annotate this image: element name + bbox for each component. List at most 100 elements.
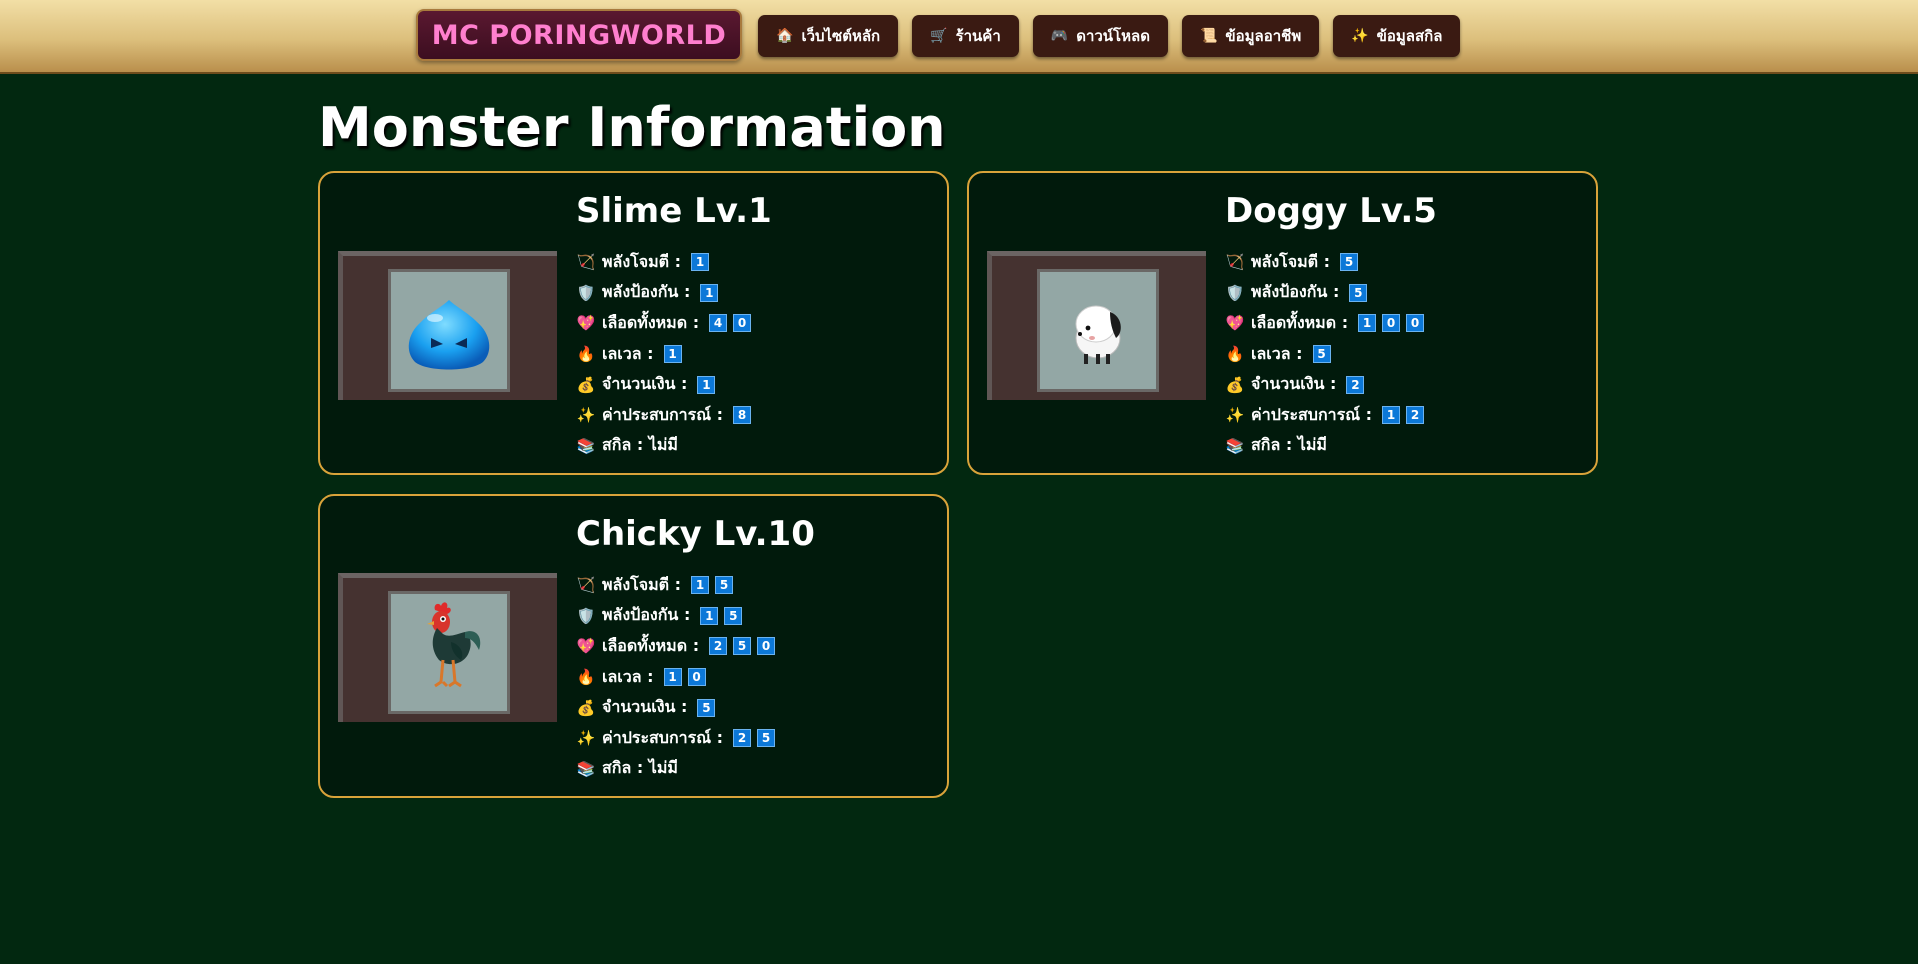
stat-label: พลังโจมตี : bbox=[1251, 251, 1331, 271]
stat-label: จำนวนเงิน : bbox=[1251, 374, 1337, 394]
monster-card: Doggy Lv.5 🏹 พลังโจมตี : 5 🛡️ พลังป้องกัน :… bbox=[967, 171, 1598, 475]
stat-label: ค่าประสบการณ์ : bbox=[602, 727, 724, 747]
stat-defense: 🛡️ พลังป้องกัน : 1 bbox=[576, 278, 751, 309]
stat-digit: 0 bbox=[687, 668, 706, 687]
monster-stats: 🏹 พลังโจมตี :5 🛡️ พลังป้องกัน :5 💖 เลือดทั้… bbox=[1225, 247, 1425, 462]
stat-hp: 💖 เลือดทั้งหมด :100 bbox=[1225, 308, 1425, 339]
nav-home-button[interactable]: 🏠 เว็บไซต์หลัก bbox=[758, 15, 899, 57]
stat-value: 5 bbox=[1312, 345, 1331, 364]
page-title: Monster Information bbox=[318, 96, 946, 159]
money-bag-icon: 💰 bbox=[1225, 375, 1245, 394]
stat-value: 250 bbox=[709, 637, 776, 656]
monster-image bbox=[388, 269, 510, 392]
stat-defense: 🛡️ พลังป้องกัน : 15 bbox=[576, 601, 775, 632]
stat-label: เลเวล : bbox=[1251, 343, 1303, 363]
monster-card: Chicky Lv.10 🏹 พลังโจมตี :15 🛡️ พลังป้องกั… bbox=[318, 494, 949, 798]
stat-level: 🔥 เลเวล : 10 bbox=[576, 662, 775, 693]
bow-icon: 🏹 bbox=[576, 576, 596, 595]
stat-digit: 5 bbox=[715, 576, 734, 595]
nav-skill-info-button[interactable]: ✨ ข้อมูลสกิล bbox=[1333, 15, 1461, 57]
monster-portrait-frame bbox=[338, 573, 557, 722]
stat-value: 1 bbox=[663, 345, 682, 364]
sparkles-icon: ✨ bbox=[1225, 406, 1245, 425]
books-icon: 📚 bbox=[576, 436, 596, 455]
stat-digit: 5 bbox=[1340, 253, 1359, 272]
stat-digit: 5 bbox=[757, 729, 776, 748]
monster-portrait-frame bbox=[987, 251, 1206, 400]
shield-icon: 🛡️ bbox=[576, 283, 596, 302]
stat-value: 2 bbox=[1346, 375, 1365, 394]
stat-digit: 1 bbox=[700, 283, 719, 302]
nav-label: ดาวน์โหลด bbox=[1076, 27, 1150, 45]
stat-money: 💰 จำนวนเงิน : 5 bbox=[576, 692, 775, 723]
stat-value: 1 bbox=[697, 375, 716, 394]
stat-digit: 2 bbox=[1406, 406, 1425, 425]
stat-digit: 1 bbox=[1382, 406, 1401, 425]
stat-value: 10 bbox=[663, 668, 706, 687]
stat-value: 1 bbox=[691, 253, 710, 272]
stat-digit: 0 bbox=[757, 637, 776, 656]
stat-attack: 🏹 พลังโจมตี : 15 bbox=[576, 570, 775, 601]
stat-label: พลังโจมตี : bbox=[602, 251, 682, 271]
stat-value: 8 bbox=[733, 406, 752, 425]
stat-digit: 1 bbox=[691, 253, 710, 272]
bow-icon: 🏹 bbox=[1225, 253, 1245, 272]
money-bag-icon: 💰 bbox=[576, 375, 596, 394]
stat-skill: 📚 สกิล : ไม่มี bbox=[576, 431, 751, 462]
nav-shop-button[interactable]: 🛒 ร้านค้า bbox=[912, 15, 1019, 57]
fire-icon: 🔥 bbox=[576, 668, 596, 687]
stat-digit: 0 bbox=[733, 314, 752, 333]
stat-exp: ✨ ค่าประสบการณ์ : 8 bbox=[576, 400, 752, 431]
stat-value: 25 bbox=[733, 729, 776, 748]
stat-defense: 🛡️ พลังป้องกัน : 5 bbox=[1225, 278, 1424, 309]
stat-label: พลังป้องกัน : bbox=[602, 282, 691, 302]
nav-class-info-button[interactable]: 📜 ข้อมูลอาชีพ bbox=[1181, 15, 1320, 57]
chicky-image bbox=[427, 602, 481, 688]
heart-icon: 💖 bbox=[576, 314, 596, 333]
stat-exp: ✨ ค่าประสบการณ์ : 25 bbox=[576, 723, 776, 754]
stat-label: จำนวนเงิน : bbox=[602, 374, 688, 394]
monster-stats: 🏹 พลังโจมตี :15 🛡️ พลังป้องกัน :15 💖 เลือดท… bbox=[576, 570, 776, 784]
stat-value: 5 bbox=[697, 698, 716, 717]
heart-icon: 💖 bbox=[1225, 314, 1245, 333]
stat-value: 5 bbox=[1349, 283, 1368, 302]
stat-label: พลังป้องกัน : bbox=[1251, 282, 1340, 302]
stat-digit: 5 bbox=[724, 606, 743, 625]
stat-digit: 1 bbox=[697, 375, 716, 394]
stat-digit: 4 bbox=[709, 314, 728, 333]
money-bag-icon: 💰 bbox=[576, 698, 596, 717]
stat-value: 15 bbox=[700, 606, 743, 625]
stat-label: เลือดทั้งหมด : bbox=[1251, 312, 1349, 332]
stat-attack: 🏹 พลังโจมตี : 1 bbox=[576, 247, 751, 278]
stat-digit: 2 bbox=[709, 637, 728, 656]
monster-card: Slime Lv.1 🏹 พลังโจมตี : 1 🛡️ พลังป้องกัน :… bbox=[318, 171, 949, 475]
scroll-icon: 📜 bbox=[1199, 28, 1218, 44]
books-icon: 📚 bbox=[576, 759, 596, 778]
stat-digit: 0 bbox=[1406, 314, 1425, 333]
stat-digit: 1 bbox=[663, 668, 682, 687]
monster-image bbox=[1037, 269, 1159, 392]
nav-download-button[interactable]: 🎮 ดาวน์โหลด bbox=[1032, 15, 1168, 57]
stat-digit: 1 bbox=[691, 576, 710, 595]
stat-label: สกิล : ไม่มี bbox=[1251, 435, 1327, 455]
monster-stats: 🏹 พลังโจมตี :1 🛡️ พลังป้องกัน :1 💖 เลือดทั้… bbox=[576, 247, 752, 462]
nav-menu: 🏠 เว็บไซต์หลัก 🛒 ร้านค้า 🎮 ดาวน์โหลด 📜 ข… bbox=[758, 15, 1461, 57]
nav-label: ข้อมูลสกิล bbox=[1376, 27, 1443, 45]
stat-label: เลือดทั้งหมด : bbox=[602, 312, 700, 332]
shield-icon: 🛡️ bbox=[1225, 283, 1245, 302]
home-icon: 🏠 bbox=[776, 28, 794, 44]
sparkles-icon: ✨ bbox=[576, 729, 596, 748]
cart-icon: 🛒 bbox=[930, 28, 948, 44]
stat-value: 12 bbox=[1382, 406, 1425, 425]
stat-label: เลือดทั้งหมด : bbox=[602, 635, 700, 655]
brand-logo[interactable]: MC PORINGWORLD bbox=[416, 9, 742, 61]
stat-digit: 0 bbox=[1382, 314, 1401, 333]
stat-value: 1 bbox=[700, 283, 719, 302]
stat-level: 🔥 เลเวล : 5 bbox=[1225, 339, 1424, 370]
stat-digit: 5 bbox=[1312, 345, 1331, 364]
monster-name: Chicky Lv.10 bbox=[576, 514, 815, 554]
heart-icon: 💖 bbox=[576, 637, 596, 656]
fire-icon: 🔥 bbox=[1225, 345, 1245, 364]
stat-digit: 1 bbox=[663, 345, 682, 364]
stat-skill: 📚 สกิล : ไม่มี bbox=[1225, 431, 1424, 462]
